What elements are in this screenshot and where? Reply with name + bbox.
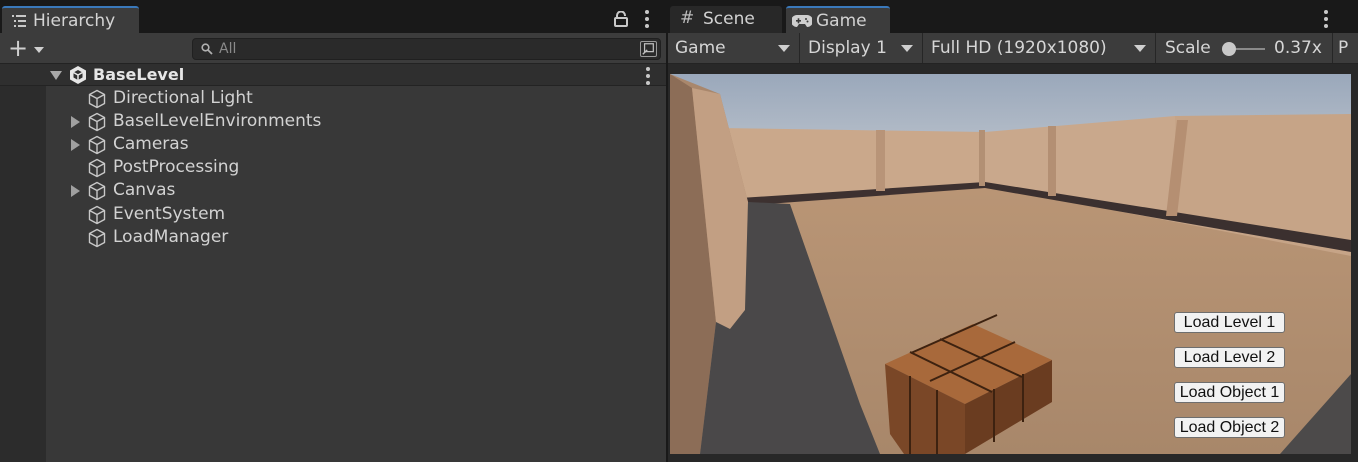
gameobject-cube-icon (87, 89, 107, 109)
hierarchy-item[interactable]: LoadManager (46, 226, 666, 249)
tab-scene[interactable]: # Scene (670, 6, 782, 33)
hierarchy-item-label: Canvas (113, 180, 176, 201)
game-menu-button[interactable] (1322, 10, 1330, 28)
hierarchy-item[interactable]: Cameras (46, 133, 666, 156)
scene-name: BaseLevel (93, 65, 185, 84)
expand-arrow-icon[interactable] (50, 71, 62, 80)
hierarchy-item[interactable]: PostProcessing (46, 156, 666, 179)
hierarchy-item-label: Directional Light (113, 88, 253, 108)
tab-hierarchy-label: Hierarchy (33, 11, 116, 31)
chevron-down-icon (34, 47, 44, 53)
hierarchy-toolbar: + (0, 33, 666, 64)
search-icon (201, 43, 213, 55)
scale-value: 0.37x (1274, 38, 1322, 58)
hierarchy-menu-button[interactable] (640, 10, 654, 28)
hierarchy-item-label: EventSystem (113, 203, 226, 224)
display-label: Display 1 (808, 38, 887, 58)
expand-arrow-icon[interactable] (71, 185, 80, 198)
gameobject-cube-icon (87, 158, 107, 178)
hierarchy-item[interactable]: Directional Light (46, 87, 666, 110)
gamepad-icon (792, 15, 812, 27)
load-button[interactable]: Load Object 1 (1174, 382, 1285, 403)
tab-scene-label: Scene (703, 9, 755, 29)
hierarchy-tab-bar: Hierarchy (0, 0, 666, 33)
hierarchy-item-label: LoadManager (113, 226, 229, 247)
display-dropdown[interactable]: Display 1 (801, 33, 923, 63)
scale-control: Scale 0.37x (1157, 33, 1333, 63)
gameobject-cube-icon (87, 112, 107, 132)
hierarchy-item[interactable]: BaselLevelEnvironments (46, 110, 666, 133)
resolution-dropdown[interactable]: Full HD (1920x1080) (924, 33, 1156, 63)
create-dropdown-button[interactable]: + (6, 34, 48, 62)
tab-game-label: Game (816, 11, 867, 31)
game-panel: # Scene Game Game Display 1 Full HD (192… (668, 0, 1358, 462)
plus-icon: + (8, 34, 29, 62)
search-by-type-icon[interactable] (640, 41, 657, 57)
scale-label: Scale (1165, 38, 1211, 58)
scene-menu-button[interactable] (644, 67, 652, 85)
hierarchy-item-label: PostProcessing (113, 157, 240, 178)
scale-slider-thumb[interactable] (1222, 42, 1236, 56)
chevron-down-icon (1134, 45, 1146, 52)
chevron-down-icon (901, 45, 913, 52)
list-icon (12, 15, 26, 27)
play-focus-dropdown[interactable]: P (1334, 33, 1358, 63)
tab-hierarchy[interactable]: Hierarchy (2, 6, 139, 33)
hierarchy-item[interactable]: Canvas (46, 179, 666, 202)
resolution-label: Full HD (1920x1080) (931, 38, 1107, 58)
hash-icon: # (680, 8, 695, 28)
game-toolbar: Game Display 1 Full HD (1920x1080) Scale… (668, 33, 1358, 64)
view-mode-dropdown[interactable]: Game (668, 33, 800, 63)
lock-icon[interactable] (614, 11, 628, 27)
chevron-down-icon (778, 45, 790, 52)
hierarchy-tree: BaseLevel Directional Light BaselLevelEnv… (0, 64, 666, 462)
gameobject-cube-icon (87, 205, 107, 225)
hierarchy-item[interactable]: EventSystem (46, 203, 666, 226)
load-button[interactable]: Load Level 2 (1174, 347, 1285, 368)
load-button[interactable]: Load Object 2 (1174, 417, 1285, 438)
gameobject-cube-icon (87, 135, 107, 155)
game-tab-bar: # Scene Game (668, 0, 1358, 33)
load-button[interactable]: Load Level 1 (1174, 312, 1285, 333)
search-input[interactable] (219, 39, 629, 59)
scene-row[interactable]: BaseLevel (0, 64, 666, 86)
gameobject-cube-icon (87, 228, 107, 248)
hierarchy-item-label: Cameras (113, 134, 189, 155)
tab-game[interactable]: Game (786, 6, 890, 33)
unity-scene-icon (70, 66, 86, 84)
view-mode-label: Game (675, 38, 726, 58)
game-viewport[interactable]: Load Level 1 Load Level 2 Load Object 1 Loa… (670, 74, 1351, 454)
hierarchy-panel: Hierarchy + All BaseLevel Directional Li… (0, 0, 666, 462)
gameobject-cube-icon (87, 181, 107, 201)
hierarchy-item-label: BaselLevelEnvironments (113, 111, 322, 132)
expand-arrow-icon[interactable] (71, 116, 80, 129)
expand-arrow-icon[interactable] (71, 139, 80, 152)
play-focus-label: P (1338, 38, 1349, 58)
hierarchy-search (192, 38, 661, 60)
